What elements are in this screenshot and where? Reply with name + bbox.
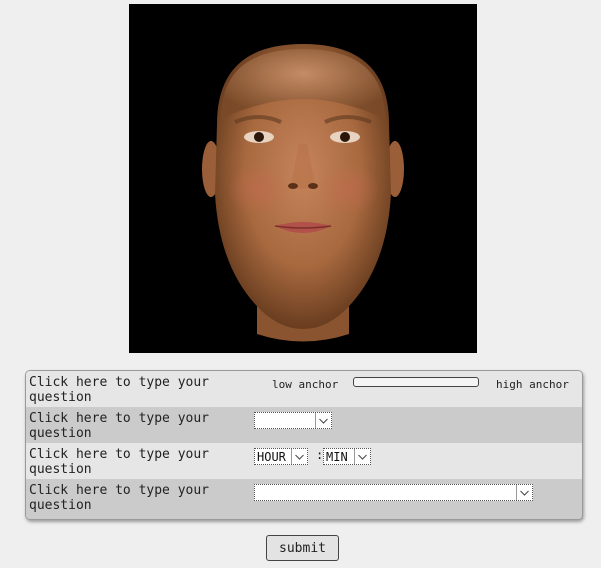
question-text[interactable]: Click here to type your question	[29, 483, 244, 513]
hour-value: HOUR	[257, 450, 286, 464]
rating-slider[interactable]	[353, 377, 479, 387]
question-row-time: Click here to type your question HOUR : …	[26, 443, 582, 479]
question-panel: Click here to type your question low anc…	[25, 370, 583, 520]
question-text[interactable]: Click here to type your question	[29, 411, 244, 441]
chevron-down-icon	[315, 413, 331, 428]
chevron-down-icon	[516, 485, 532, 500]
answer-dropdown[interactable]	[254, 412, 332, 429]
submit-button[interactable]: submit	[266, 535, 339, 561]
face-icon	[129, 4, 477, 353]
question-row-dropdown-wide: Click here to type your question	[26, 479, 582, 519]
minute-value: MIN	[326, 450, 348, 464]
face-stimulus-image	[129, 4, 477, 353]
question-text[interactable]: Click here to type your question	[29, 375, 244, 405]
question-row-dropdown: Click here to type your question	[26, 407, 582, 443]
answer-dropdown-wide[interactable]	[254, 484, 533, 501]
high-anchor-label: high anchor	[496, 378, 569, 391]
low-anchor-label: low anchor	[272, 378, 339, 391]
question-text[interactable]: Click here to type your question	[29, 447, 244, 477]
hour-dropdown[interactable]: HOUR	[254, 448, 308, 465]
question-row-slider: Click here to type your question low anc…	[26, 371, 582, 407]
minute-dropdown[interactable]: MIN	[323, 448, 371, 465]
chevron-down-icon	[354, 449, 370, 464]
chevron-down-icon	[291, 449, 307, 464]
